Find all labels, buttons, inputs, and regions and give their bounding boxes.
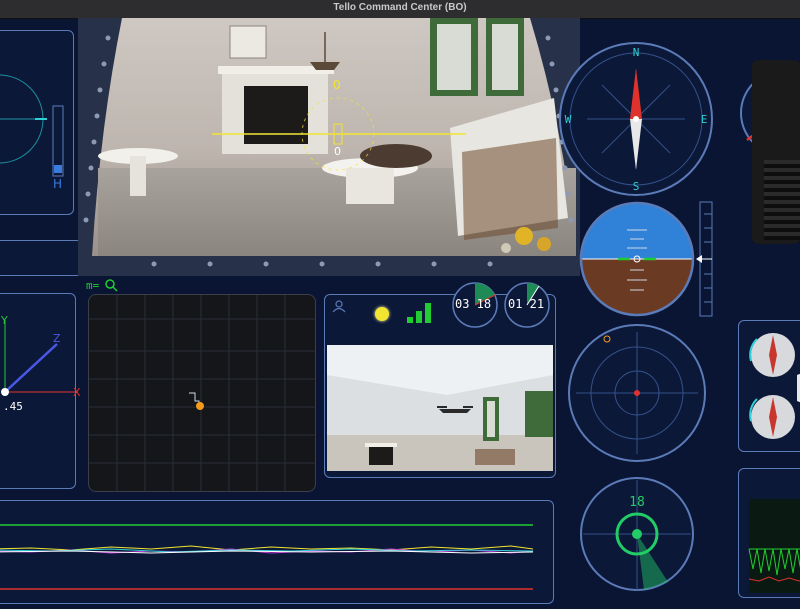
left-attitude-panel: H <box>0 30 74 215</box>
compass-west-label: W <box>565 113 572 126</box>
motor-panel <box>738 320 800 452</box>
motor-graphic <box>749 333 800 439</box>
compass-south-label: S <box>633 180 640 193</box>
axes-value: .45 <box>3 400 23 413</box>
vent-grille <box>752 60 800 244</box>
user-icon[interactable] <box>331 299 347 313</box>
camera-frame: 0 0 <box>78 18 580 276</box>
axes-3d-graphic <box>1 320 75 396</box>
drone-in-feed <box>439 409 471 413</box>
axis-y-label: Y <box>1 314 8 327</box>
status-panel: 03 18 01 21 <box>324 282 556 478</box>
left-small-panel <box>0 240 88 276</box>
window-title: Tello Command Center (BO) <box>333 2 467 13</box>
telemetry-graph <box>0 524 534 590</box>
window-titlebar: Tello Command Center (BO) <box>0 0 800 19</box>
heading-indicator: N S E W <box>559 42 713 196</box>
axis-z-label: Z <box>53 332 61 345</box>
camera-viewport[interactable] <box>78 18 580 276</box>
hud-altitude-top: 0 <box>333 78 341 92</box>
axes-3d-panel: Y Z X .45 <box>0 293 81 489</box>
vertical-speed-scale <box>696 201 713 317</box>
radar-value: 18 <box>629 495 645 510</box>
signal-strength-icon <box>407 303 431 323</box>
magnifier-icon[interactable] <box>104 278 118 292</box>
position-map[interactable] <box>88 294 316 492</box>
targeting-gauge <box>568 324 706 462</box>
secondary-camera-feed[interactable] <box>327 345 553 471</box>
spectrum-panel <box>738 468 800 598</box>
spectrum-graph <box>748 499 800 593</box>
timer-right: 01 21 <box>508 297 545 311</box>
map-grid <box>89 295 315 491</box>
compass-north-label: N <box>633 46 640 59</box>
drone-position-marker <box>196 402 204 410</box>
timer-left: 03 18 <box>455 297 492 311</box>
hud-altitude-bottom: 0 <box>334 145 341 158</box>
status-light-icon <box>375 307 389 321</box>
attitude-indicator <box>579 201 695 317</box>
compass-east-label: E <box>701 113 708 126</box>
map-label: m= <box>86 279 100 292</box>
axis-x-label: X <box>73 386 81 399</box>
left-gauge-label: H <box>53 177 63 191</box>
left-gauge-graphic <box>0 74 64 177</box>
telemetry-graph-panel <box>0 500 554 604</box>
radar-gauge: 18 <box>580 477 694 591</box>
